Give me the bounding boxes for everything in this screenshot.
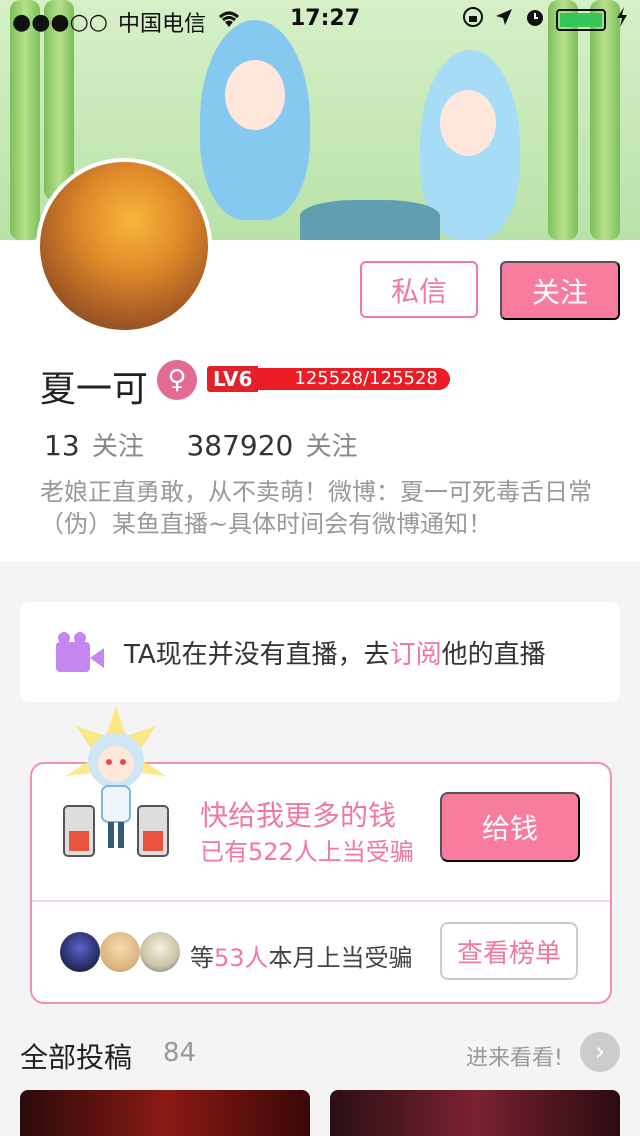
live-status-suffix: 他的直播	[441, 639, 546, 670]
level-tag: LV6	[207, 366, 259, 392]
status-left: ●●●○○ 中国电信	[12, 6, 242, 38]
following-label[interactable]: 关注	[92, 432, 144, 462]
live-status-text: TA现在并没有直播，去订阅他的直播	[124, 634, 546, 671]
submission-thumbnail[interactable]	[20, 1090, 310, 1136]
mascot-illustration	[56, 706, 176, 866]
followers-label[interactable]: 关注	[306, 432, 358, 462]
view-ranking-button[interactable]: 查看榜单	[440, 922, 578, 980]
signal-icon: ●●●○○	[12, 9, 108, 35]
alarm-icon	[524, 6, 546, 34]
battery-icon	[556, 9, 606, 31]
supporters-text: 等53人本月上当受骗	[190, 938, 413, 973]
charging-icon	[616, 7, 628, 33]
level-badge: LV6 125528/125528	[207, 366, 450, 392]
supporters-count: 53人	[214, 944, 269, 972]
live-status-card: TA现在并没有直播，去订阅他的直播	[20, 602, 620, 702]
give-money-button[interactable]: 给钱	[440, 792, 580, 862]
carrier-label: 中国电信	[117, 12, 206, 37]
message-button[interactable]: 私信	[360, 261, 478, 318]
supporter-avatar[interactable]	[140, 932, 180, 972]
followers-count[interactable]: 387920	[186, 429, 293, 462]
submission-thumbnail[interactable]	[330, 1090, 620, 1136]
subscribe-link[interactable]: 订阅	[390, 640, 442, 670]
donation-divider	[32, 900, 610, 902]
rotation-lock-icon	[462, 6, 484, 34]
live-status-prefix: TA现在并没有直播，去	[124, 639, 390, 670]
donation-subtitle: 已有522人上当受骗	[200, 838, 414, 866]
supporters-prefix: 等	[190, 944, 214, 972]
follow-stats: 13 关注 387920 关注	[44, 426, 358, 463]
location-icon	[494, 7, 514, 33]
see-more-link[interactable]: 进来看看!	[466, 1040, 563, 1072]
user-name: 夏一可	[40, 369, 149, 410]
follow-button[interactable]: 关注	[500, 261, 620, 320]
status-right	[462, 6, 628, 34]
anime-girl-face	[225, 60, 285, 130]
level-progress: 125528/125528	[258, 368, 450, 390]
status-time: 17:27	[290, 6, 361, 31]
supporter-avatar[interactable]	[100, 932, 140, 972]
video-camera-icon	[56, 632, 104, 672]
supporters-suffix: 本月上当受骗	[268, 944, 413, 972]
anime-girl-face	[440, 90, 496, 156]
submissions-count: 84	[163, 1038, 197, 1068]
donation-title: 快给我更多的钱	[200, 799, 397, 832]
pond-water	[300, 200, 440, 240]
status-bar: ●●●○○ 中国电信 17:27	[0, 0, 640, 40]
wifi-icon	[216, 9, 242, 35]
supporter-avatar[interactable]	[60, 932, 100, 972]
female-gender-icon: ♀	[157, 360, 197, 400]
user-bio: 老娘正直勇敢，从不卖萌！微博：夏一可死毒舌日常（伪）某鱼直播~具体时间会有微博通…	[40, 478, 592, 538]
following-count[interactable]: 13	[44, 429, 80, 462]
chevron-right-icon[interactable]: ›	[580, 1032, 620, 1072]
submissions-title: 全部投稿	[20, 1041, 133, 1074]
avatar[interactable]	[36, 158, 212, 334]
